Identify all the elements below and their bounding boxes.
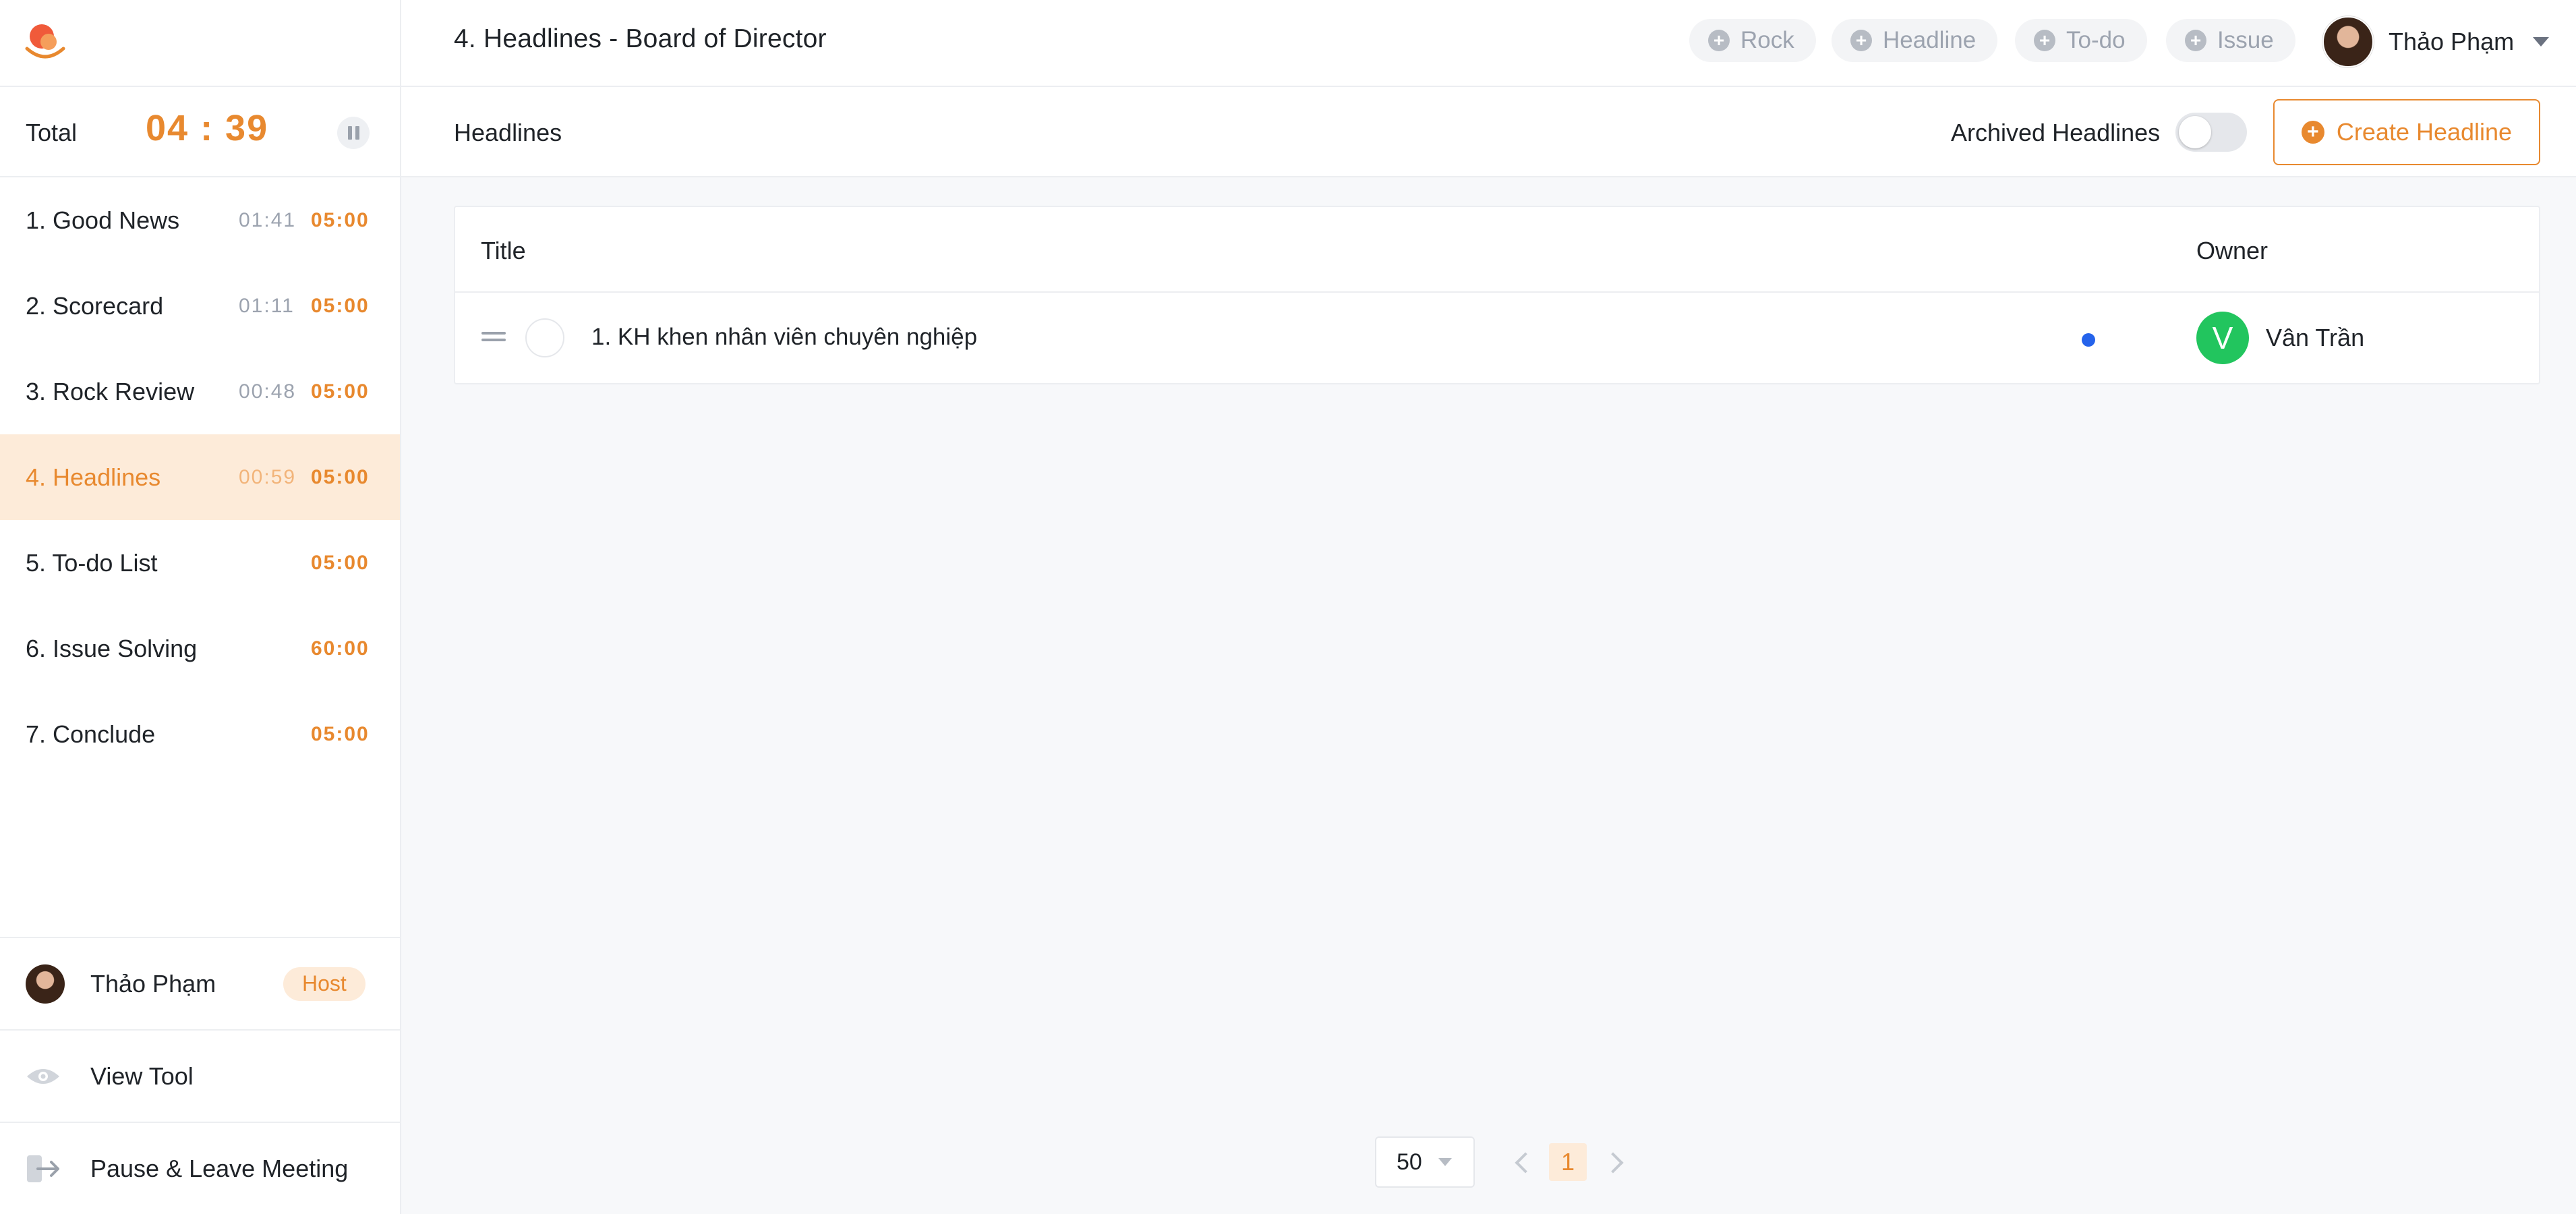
pause-leave-label: Pause & Leave Meeting bbox=[90, 1154, 349, 1182]
agenda-item-label: 4. Headlines bbox=[26, 463, 161, 491]
add-headline-button[interactable]: + Headline bbox=[1832, 19, 1998, 62]
owner-avatar: V bbox=[2196, 312, 2249, 364]
agenda-list: 1. Good News 01:41 05:00 2. Scorecard 01… bbox=[0, 177, 400, 777]
agenda-item-limit: 05:00 bbox=[311, 465, 370, 488]
agenda-item-limit: 05:00 bbox=[311, 551, 370, 574]
host-name: Thảo Phạm bbox=[90, 969, 216, 998]
plus-circle-icon: + bbox=[2034, 30, 2055, 51]
meeting-title: 4. Headlines - Board of Director bbox=[454, 24, 827, 53]
page-size-value: 50 bbox=[1397, 1149, 1422, 1175]
sidebar-footer: Thảo Phạm Host View Tool Pause & Leave M… bbox=[0, 937, 400, 1214]
agenda-item-elapsed: 00:48 bbox=[239, 380, 297, 403]
agenda-item-limit: 05:00 bbox=[311, 208, 370, 231]
agenda-item-limit: 60:00 bbox=[311, 637, 370, 660]
status-dot-icon bbox=[2082, 333, 2095, 347]
headline-title[interactable]: 1. KH khen nhân viên chuyên nghiệp bbox=[591, 324, 977, 351]
host-row: Thảo Phạm Host bbox=[0, 937, 400, 1029]
agenda-item-good-news[interactable]: 1. Good News 01:41 05:00 bbox=[0, 177, 400, 263]
add-issue-label: Issue bbox=[2217, 27, 2274, 53]
owner-name: Vân Trần bbox=[2266, 324, 2365, 351]
header-divider bbox=[400, 0, 401, 87]
sidebar: Total 04 : 39 1. Good News 01:41 05:00 2… bbox=[0, 87, 401, 1214]
plus-circle-icon: + bbox=[2185, 30, 2206, 51]
agenda-item-label: 1. Good News bbox=[26, 206, 180, 234]
prev-page-icon[interactable] bbox=[1510, 1149, 1537, 1176]
agenda-item-label: 2. Scorecard bbox=[26, 291, 164, 320]
column-header-owner: Owner bbox=[2196, 237, 2268, 264]
chevron-down-icon bbox=[1438, 1158, 1452, 1166]
top-bar: 4. Headlines - Board of Director + Rock … bbox=[0, 0, 2576, 87]
page-size-select[interactable]: 50 bbox=[1375, 1136, 1475, 1188]
app-logo-icon[interactable] bbox=[23, 22, 67, 61]
main-content: Headlines Archived Headlines + Create He… bbox=[401, 87, 2576, 1214]
agenda-item-elapsed: 00:59 bbox=[239, 465, 297, 488]
agenda-item-limit: 05:00 bbox=[311, 722, 370, 745]
total-label: Total bbox=[26, 119, 78, 146]
agenda-item-scorecard[interactable]: 2. Scorecard 01:11 05:00 bbox=[0, 263, 400, 349]
next-page-icon[interactable] bbox=[1602, 1149, 1629, 1176]
pause-leave-button[interactable]: Pause & Leave Meeting bbox=[0, 1122, 400, 1214]
archived-toggle[interactable] bbox=[2175, 113, 2247, 152]
column-header-title: Title bbox=[481, 237, 526, 264]
section-title: Headlines bbox=[454, 119, 562, 146]
agenda-item-label: 3. Rock Review bbox=[26, 377, 195, 405]
current-page[interactable]: 1 bbox=[1549, 1143, 1587, 1181]
agenda-item-elapsed: 01:11 bbox=[239, 294, 295, 317]
agenda-item-label: 7. Conclude bbox=[26, 720, 156, 748]
table-header: Title Owner bbox=[455, 207, 2539, 293]
agenda-item-conclude[interactable]: 7. Conclude 05:00 bbox=[0, 691, 400, 777]
table-row[interactable]: 1. KH khen nhân viên chuyên nghiệp V Vân… bbox=[455, 293, 2539, 383]
total-timer: Total 04 : 39 bbox=[0, 87, 400, 177]
create-headline-button[interactable]: + Create Headline bbox=[2273, 99, 2540, 165]
add-issue-button[interactable]: + Issue bbox=[2166, 19, 2295, 62]
agenda-item-limit: 05:00 bbox=[311, 294, 370, 317]
archived-label: Archived Headlines bbox=[1951, 119, 2161, 146]
agenda-item-label: 6. Issue Solving bbox=[26, 634, 198, 662]
total-time: 04 : 39 bbox=[146, 108, 269, 148]
host-avatar bbox=[26, 964, 65, 1004]
agenda-item-headlines[interactable]: 4. Headlines 00:59 05:00 bbox=[0, 434, 400, 520]
agenda-item-todo-list[interactable]: 5. To-do List 05:00 bbox=[0, 520, 400, 606]
view-tool-label: View Tool bbox=[90, 1062, 194, 1090]
agenda-item-elapsed: 01:41 bbox=[239, 208, 297, 231]
section-header: Headlines Archived Headlines + Create He… bbox=[401, 87, 2576, 177]
add-headline-label: Headline bbox=[1883, 27, 1977, 53]
user-menu[interactable]: Thảo Phạm bbox=[2322, 16, 2550, 67]
user-name: Thảo Phạm bbox=[2389, 28, 2515, 55]
complete-checkbox[interactable] bbox=[525, 318, 564, 357]
pause-icon bbox=[347, 126, 352, 140]
pause-timer-button[interactable] bbox=[337, 117, 370, 149]
drag-handle-icon[interactable] bbox=[481, 332, 506, 343]
leave-icon bbox=[27, 1155, 59, 1182]
view-tool-button[interactable]: View Tool bbox=[0, 1029, 400, 1122]
eye-icon bbox=[27, 1068, 59, 1084]
add-todo-label: To-do bbox=[2066, 27, 2126, 53]
plus-circle-icon: + bbox=[1708, 30, 1730, 51]
plus-circle-icon: + bbox=[1850, 30, 1872, 51]
add-rock-label: Rock bbox=[1740, 27, 1794, 53]
chevron-down-icon bbox=[2533, 37, 2550, 47]
agenda-item-limit: 05:00 bbox=[311, 380, 370, 403]
host-badge: Host bbox=[283, 966, 365, 1001]
agenda-item-issue-solving[interactable]: 6. Issue Solving 60:00 bbox=[0, 606, 400, 691]
add-rock-button[interactable]: + Rock bbox=[1689, 19, 1816, 62]
agenda-item-label: 5. To-do List bbox=[26, 548, 158, 577]
pagination: 50 1 bbox=[1375, 1136, 1629, 1188]
create-headline-label: Create Headline bbox=[2336, 118, 2513, 146]
user-avatar bbox=[2322, 16, 2374, 67]
plus-circle-icon: + bbox=[2301, 121, 2324, 144]
add-todo-button[interactable]: + To-do bbox=[2015, 19, 2147, 62]
toggle-knob bbox=[2179, 116, 2211, 148]
agenda-item-rock-review[interactable]: 3. Rock Review 00:48 05:00 bbox=[0, 349, 400, 434]
headlines-table: Title Owner 1. KH khen nhân viên chuyên … bbox=[454, 206, 2540, 384]
